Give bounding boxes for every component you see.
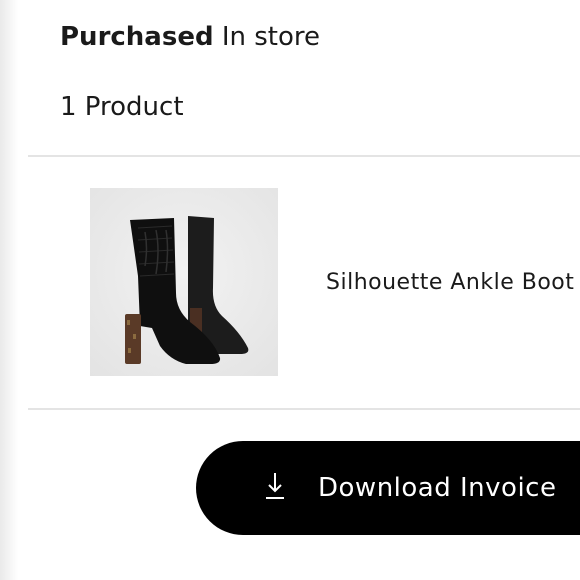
download-icon	[266, 473, 284, 499]
download-invoice-label: Download Invoice	[318, 473, 557, 503]
product-count: 1 Product	[60, 92, 184, 122]
ankle-boot-image	[125, 216, 249, 364]
divider-bottom	[28, 408, 580, 410]
purchase-status-label: Purchased	[60, 22, 214, 52]
divider-top	[28, 155, 580, 157]
purchase-location: In store	[221, 22, 321, 52]
left-edge-shadow	[0, 0, 18, 580]
purchase-status: Purchased In store	[60, 20, 320, 54]
product-name[interactable]: Silhouette Ankle Boot	[326, 268, 574, 298]
product-image[interactable]	[90, 188, 278, 376]
download-invoice-button[interactable]: Download Invoice	[196, 441, 580, 535]
